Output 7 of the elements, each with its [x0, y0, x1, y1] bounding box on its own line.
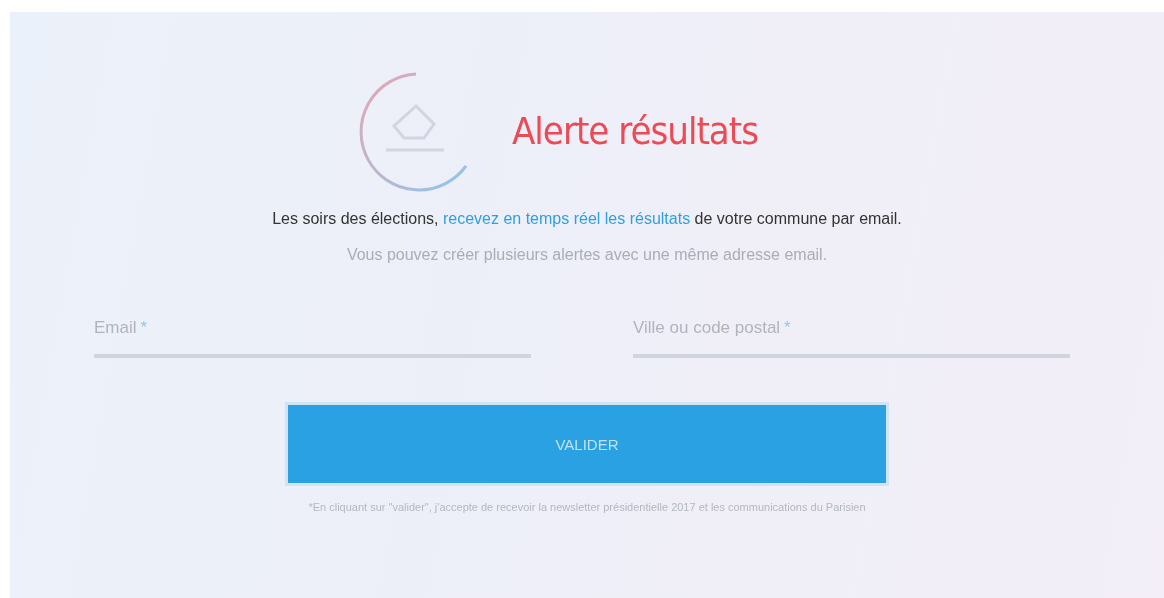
intro-text: Les soirs des élections, recevez en temps réel les résultats de votre commune par email.: [272, 210, 902, 228]
results-link[interactable]: recevez en temps réel les résultats: [442, 210, 691, 227]
required-mark: *: [140, 318, 148, 338]
required-mark: *: [784, 318, 791, 338]
submit-button[interactable]: VALIDER: [288, 405, 886, 483]
note-text: Vous pouvez créer plusieurs alertes avec une même adresse email.: [346, 246, 828, 264]
page-title: Alerte résultats: [511, 109, 759, 153]
